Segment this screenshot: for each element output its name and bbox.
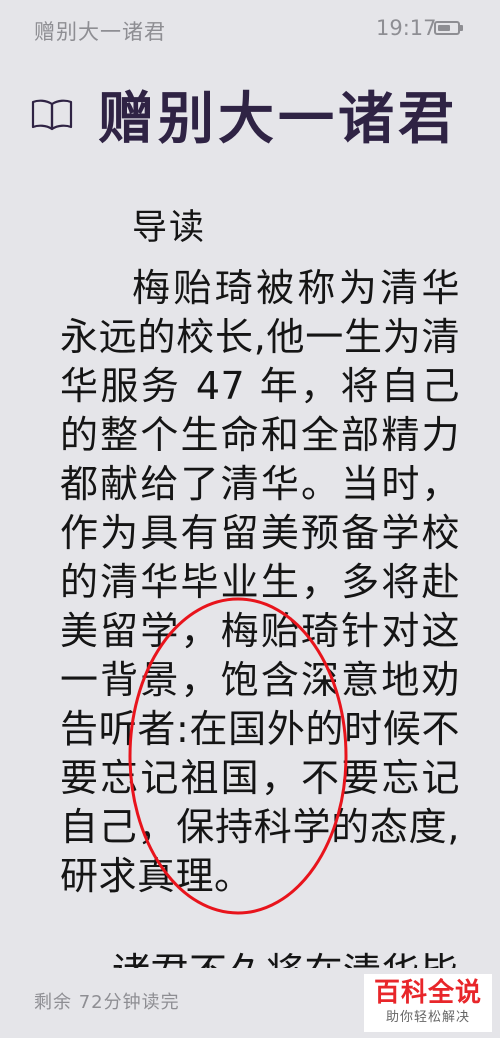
book-icon[interactable] (31, 98, 73, 132)
watermark-logo: 百科全说 助你轻松解决 (364, 974, 492, 1032)
reading-time-remaining: 剩余 72分钟读完 (34, 992, 180, 1013)
watermark-main-text: 百科全说 (373, 978, 482, 1008)
article-paragraph: 梅贻琦被称为清华永远的校长,他一生为清华服务 47 年，将自己的整个生命和全部精… (60, 266, 460, 898)
section-heading: 导读 (132, 208, 207, 248)
status-time: 19:17 (376, 16, 437, 40)
battery-icon (434, 21, 463, 35)
status-bar: 赠别大一诸君 19:17 (0, 0, 500, 58)
watermark-sub-text: 助你轻松解决 (385, 1010, 470, 1025)
status-title: 赠别大一诸君 (34, 20, 166, 44)
footer: 剩余 72分钟读完 百科全说 助你轻松解决 (0, 968, 500, 1038)
article-content: 导读 梅贻琦被称为清华永远的校长,他一生为清华服务 47 年，将自己的整个生命和… (60, 204, 460, 997)
page-title: 赠别大一诸君 (98, 87, 458, 152)
article-header: 赠别大一诸君 (0, 78, 500, 168)
